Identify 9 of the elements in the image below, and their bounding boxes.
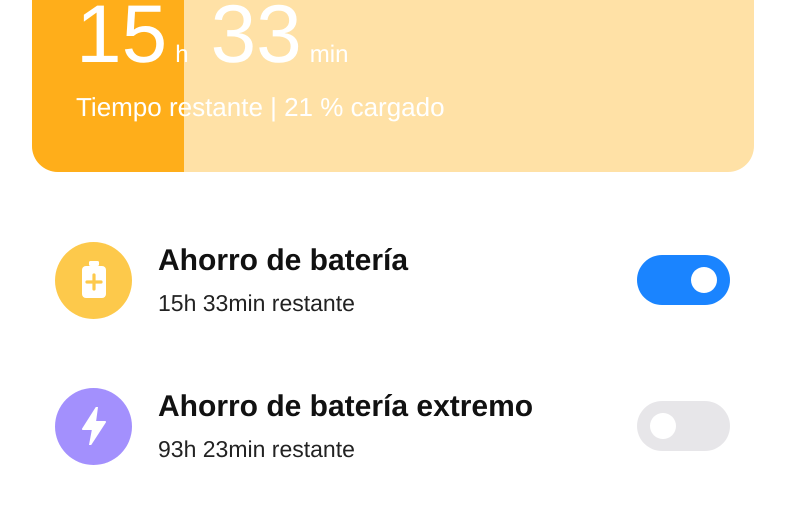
remaining-time: 15h 33min restante (158, 290, 356, 316)
remaining-time: 93h 23min restante (158, 436, 356, 462)
mode-title: Ahorro de batería extremo (158, 390, 534, 424)
hours-value: 15 (76, 0, 168, 76)
toggle-switch[interactable] (637, 255, 730, 305)
minutes-value: 33 (210, 0, 302, 76)
minutes-unit: min (310, 43, 348, 67)
mode-title: Ahorro de batería (158, 244, 410, 278)
toggle-switch[interactable] (637, 401, 730, 451)
